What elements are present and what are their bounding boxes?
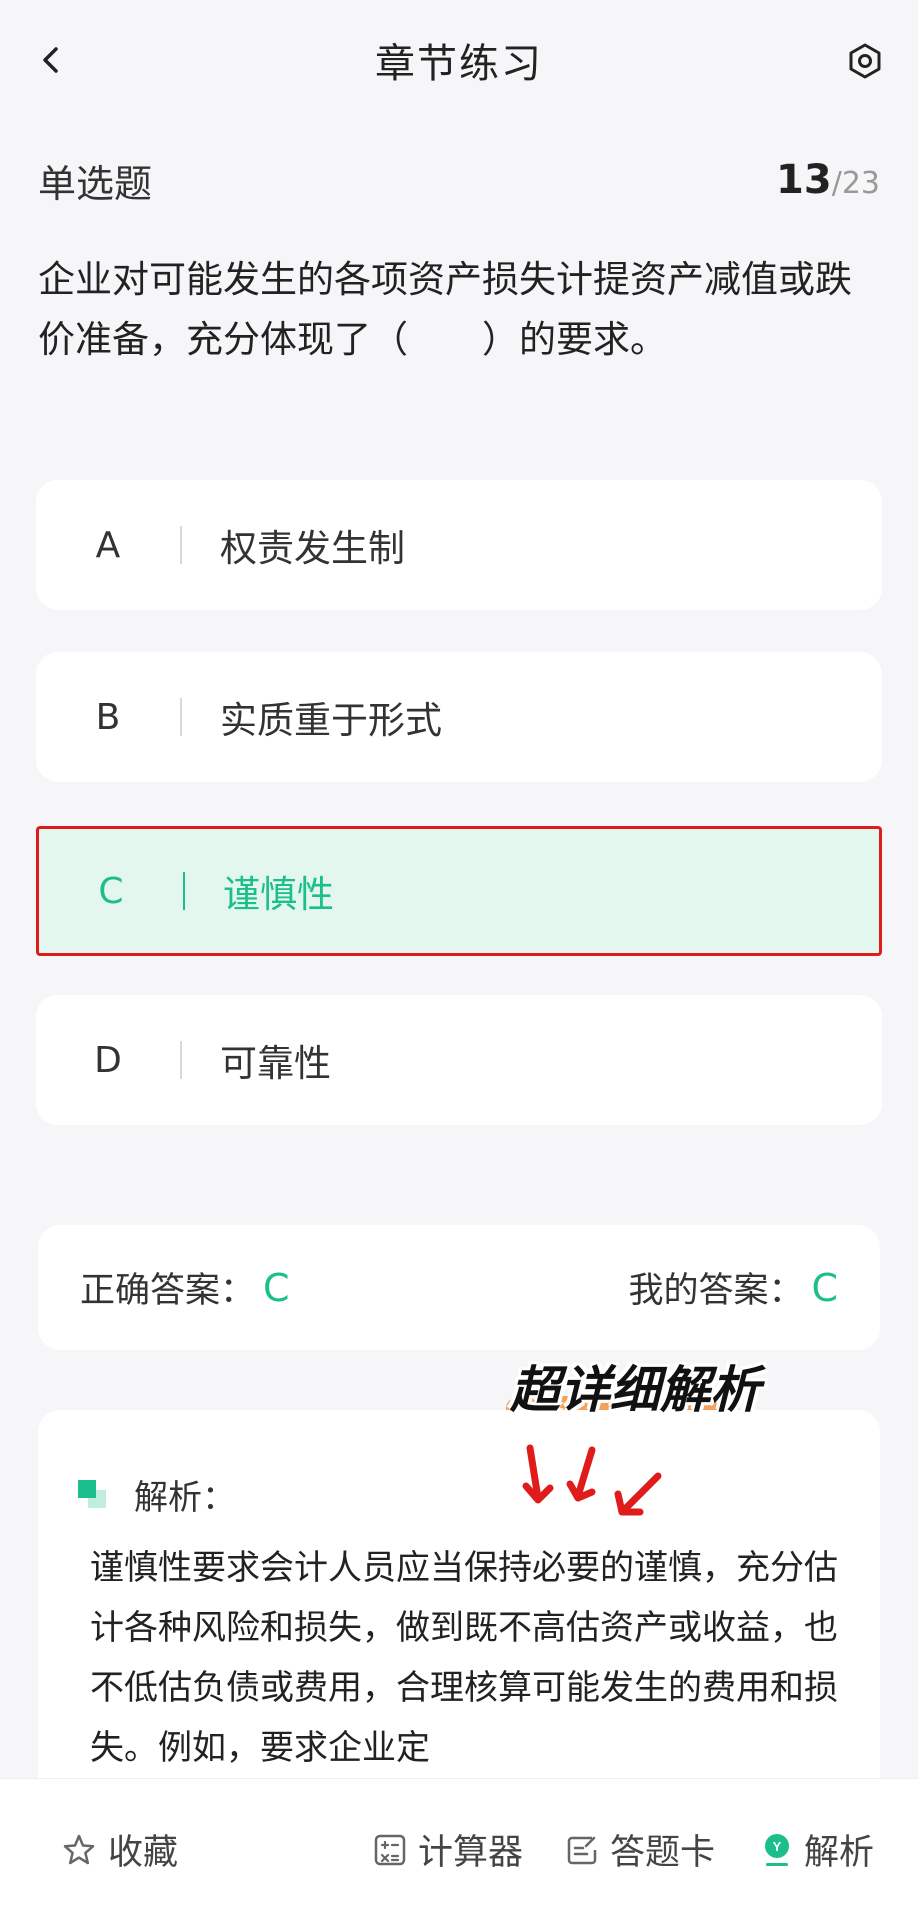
favorite-button[interactable]: 收藏 [62,1824,178,1875]
option-divider [180,698,182,736]
option-d[interactable]: D 可靠性 [36,995,882,1125]
question-type: 单选题 [38,161,153,206]
star-icon [63,1834,95,1864]
progress-current: 13 [776,157,832,203]
annotation-tag: 超详细解析 [500,1350,770,1422]
correct-answer-value: C [263,1265,290,1310]
progress-total: 23 [841,166,880,201]
question-text: 企业对可能发生的各项资产损失计提资产减值或跌价准备，充分体现了（ ）的要求。 [38,258,852,361]
option-letter: C [98,870,124,912]
correct-answer: 正确答案： C [80,1262,290,1313]
option-text: 实质重于形式 [220,699,442,742]
question-meta-row: 单选题 13 / 23 [38,150,880,210]
calculator-icon [374,1834,406,1865]
calculator-label: 计算器 [418,1833,524,1873]
analysis-tab-button[interactable]: Y 解析 [762,1824,874,1875]
calculator-button[interactable]: 计算器 [374,1824,523,1875]
favorite-label: 收藏 [108,1833,179,1873]
option-letter: B [95,696,121,738]
svg-text:Y: Y [773,1839,782,1854]
annotation-arrows-icon [522,1444,662,1516]
chevron-left-icon [43,47,58,73]
question-progress: 13 / 23 [776,157,880,203]
edit-sheet-icon [567,1836,597,1864]
option-text: 权责发生制 [220,527,405,570]
answer-card-button[interactable]: 答题卡 [566,1824,715,1875]
option-a[interactable]: A 权责发生制 [36,480,882,610]
analysis-tab-label: 解析 [804,1833,875,1873]
my-answer: 我的答案： C [628,1262,838,1313]
option-divider [180,526,182,564]
my-answer-label: 我的答案： [628,1271,804,1311]
settings-button[interactable] [840,36,890,86]
top-bar: 章节练习 [0,0,918,120]
analysis-title: 解析： [134,1478,236,1518]
option-c-selected[interactable]: C 谨慎性 [36,826,882,956]
back-button[interactable] [28,36,76,84]
answer-card-label: 答题卡 [610,1833,716,1873]
option-text: 谨慎性 [223,873,334,916]
option-b[interactable]: B 实质重于形式 [36,652,882,782]
answer-summary: 正确答案： C 我的答案： C [38,1225,880,1350]
option-letter: A [95,524,121,566]
my-answer-value: C [811,1265,838,1310]
progress-separator: / [831,166,842,201]
analysis-header: 解析： [78,1470,236,1519]
analysis-marker-icon [78,1479,108,1510]
option-text: 可靠性 [220,1042,331,1085]
option-letter: D [94,1039,122,1081]
settings-hex-icon [849,43,881,79]
option-divider [180,1041,182,1079]
analysis-panel: 解析： 谨慎性要求会计人员应当保持必要的谨慎，充分估计各种风险和损失，做到既不高… [38,1410,880,1810]
option-divider [183,872,185,910]
correct-answer-label: 正确答案： [80,1271,256,1311]
analysis-text: 谨慎性要求会计人员应当保持必要的谨慎，充分估计各种风险和损失，做到既不高估资产或… [90,1548,838,1768]
analysis-badge-icon: Y [765,1833,789,1866]
bottom-toolbar: 收藏 计算器 答题卡 Y 解析 [0,1778,918,1920]
page-title: 章节练习 [375,41,543,87]
